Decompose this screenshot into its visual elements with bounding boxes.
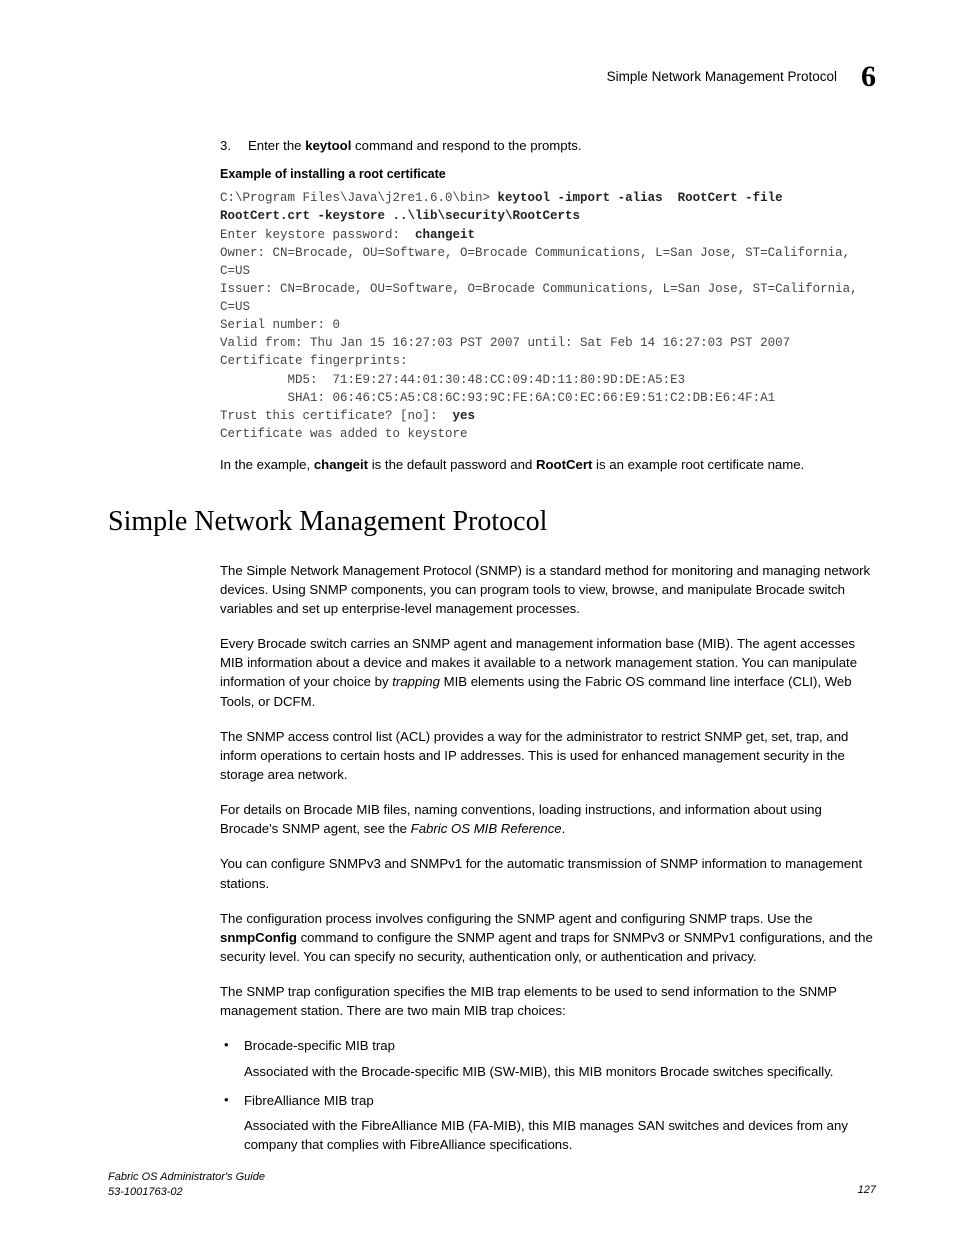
example-note: In the example, changeit is the default … bbox=[220, 455, 876, 474]
content: 3. Enter the keytool command and respond… bbox=[220, 136, 876, 474]
bullet-title: FibreAlliance MIB trap bbox=[244, 1091, 876, 1110]
code-block: C:\Program Files\Java\j2re1.6.0\bin> key… bbox=[220, 189, 876, 443]
bullet-body: Associated with the Brocade-specific MIB… bbox=[244, 1062, 876, 1081]
list-item: Brocade-specific MIB trap Associated wit… bbox=[220, 1036, 876, 1080]
step-text: Enter the keytool command and respond to… bbox=[248, 136, 582, 155]
paragraph: The SNMP trap configuration specifies th… bbox=[220, 982, 876, 1020]
example-caption: Example of installing a root certificate bbox=[220, 165, 876, 183]
list-item: FibreAlliance MIB trap Associated with t… bbox=[220, 1091, 876, 1154]
bullet-title: Brocade-specific MIB trap bbox=[244, 1036, 876, 1055]
page: Simple Network Management Protocol 6 3. … bbox=[0, 0, 954, 1235]
chapter-number: 6 bbox=[861, 62, 876, 92]
paragraph: The Simple Network Management Protocol (… bbox=[220, 561, 876, 618]
footer-book: Fabric OS Administrator's Guide bbox=[108, 1170, 265, 1184]
step-3: 3. Enter the keytool command and respond… bbox=[220, 136, 876, 155]
paragraph: Every Brocade switch carries an SNMP age… bbox=[220, 634, 876, 711]
page-number: 127 bbox=[858, 1183, 876, 1199]
paragraph: The SNMP access control list (ACL) provi… bbox=[220, 727, 876, 784]
paragraph: The configuration process involves confi… bbox=[220, 909, 876, 966]
footer-docnum: 53-1001763-02 bbox=[108, 1185, 265, 1199]
section-heading: Simple Network Management Protocol bbox=[108, 502, 876, 543]
step-number: 3. bbox=[220, 136, 238, 155]
footer-left: Fabric OS Administrator's Guide 53-10017… bbox=[108, 1170, 265, 1199]
cmd-keytool: keytool bbox=[305, 138, 351, 153]
running-title: Simple Network Management Protocol bbox=[607, 67, 837, 87]
bullet-list: Brocade-specific MIB trap Associated wit… bbox=[220, 1036, 876, 1154]
bullet-body: Associated with the FibreAlliance MIB (F… bbox=[244, 1116, 876, 1154]
paragraph: For details on Brocade MIB files, naming… bbox=[220, 800, 876, 838]
paragraph: You can configure SNMPv3 and SNMPv1 for … bbox=[220, 854, 876, 892]
page-footer: Fabric OS Administrator's Guide 53-10017… bbox=[108, 1170, 876, 1199]
section-body: The Simple Network Management Protocol (… bbox=[220, 561, 876, 1154]
running-header: Simple Network Management Protocol 6 bbox=[108, 62, 876, 92]
